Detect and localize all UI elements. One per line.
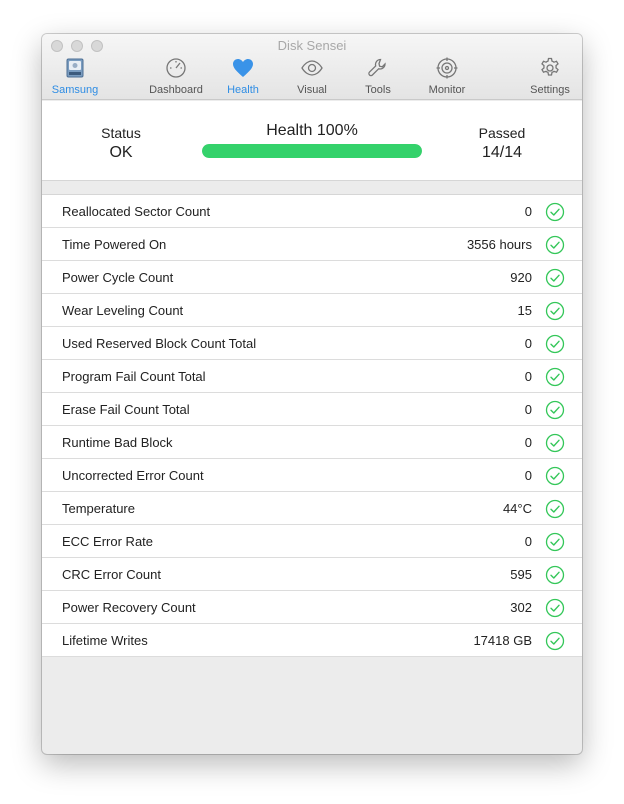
attribute-name: Used Reserved Block Count Total xyxy=(62,336,257,351)
attribute-value: 15 xyxy=(517,303,532,318)
attribute-name: Uncorrected Error Count xyxy=(62,468,204,483)
table-row[interactable]: Time Powered On 3556 hours xyxy=(42,228,582,261)
table-row[interactable]: Power Cycle Count 920 xyxy=(42,261,582,294)
health-progress-fill xyxy=(202,144,422,158)
target-icon xyxy=(436,57,458,79)
table-row[interactable]: Temperature 44°C xyxy=(42,492,582,525)
table-row[interactable]: Erase Fail Count Total 0 xyxy=(42,393,582,426)
attribute-name: Power Cycle Count xyxy=(62,270,174,285)
attribute-name: Reallocated Sector Count xyxy=(62,204,211,219)
window-title: Disk Sensei xyxy=(277,38,347,53)
check-circle-icon xyxy=(545,466,565,486)
toolbar-label: Dashboard xyxy=(149,84,203,96)
eye-icon xyxy=(301,60,323,76)
heart-icon xyxy=(233,59,253,77)
check-circle-icon xyxy=(545,400,565,420)
wrench-icon xyxy=(368,58,386,77)
toolbar-samsung[interactable]: Samsung xyxy=(51,56,99,96)
app-window: Disk Sensei Samsung Dashboard Health Vis… xyxy=(42,34,582,754)
toolbar-label: Samsung xyxy=(51,84,99,96)
gauge-icon xyxy=(166,58,186,78)
check-circle-icon xyxy=(545,334,565,354)
attribute-name: CRC Error Count xyxy=(62,567,161,582)
attribute-value: 0 xyxy=(524,468,532,483)
attribute-name: Erase Fail Count Total xyxy=(62,402,190,417)
check-circle-icon xyxy=(545,433,565,453)
health-summary: Status OK Health 100% Passed 14/14 xyxy=(42,101,582,181)
disk-icon xyxy=(66,58,84,78)
attribute-value: 0 xyxy=(524,336,532,351)
passed-value: 14/14 xyxy=(481,144,523,161)
titlebar: Disk Sensei Samsung Dashboard Health Vis… xyxy=(42,34,582,100)
health-title: Health 100% xyxy=(266,122,358,139)
attribute-name: Lifetime Writes xyxy=(62,633,148,648)
table-row[interactable]: Uncorrected Error Count 0 xyxy=(42,459,582,492)
attribute-value: 0 xyxy=(524,402,532,417)
check-circle-icon xyxy=(545,631,565,651)
table-row[interactable]: Used Reserved Block Count Total 0 xyxy=(42,327,582,360)
toolbar-health[interactable]: Health xyxy=(223,56,263,96)
check-circle-icon xyxy=(545,598,565,618)
toolbar-monitor[interactable]: Monitor xyxy=(424,56,470,96)
table-row[interactable]: Lifetime Writes 17418 GB xyxy=(42,624,582,657)
table-row[interactable]: Power Recovery Count 302 xyxy=(42,591,582,624)
check-circle-icon xyxy=(545,367,565,387)
health-progress-bar xyxy=(202,144,422,158)
check-circle-icon xyxy=(545,268,565,288)
status-value: OK xyxy=(109,144,133,161)
check-circle-icon xyxy=(545,202,565,222)
toolbar-dashboard[interactable]: Dashboard xyxy=(149,56,203,96)
check-circle-icon xyxy=(545,301,565,321)
table-row[interactable]: Runtime Bad Block 0 xyxy=(42,426,582,459)
check-circle-icon xyxy=(545,532,565,552)
status-block: Status OK xyxy=(82,125,160,162)
attribute-name: Time Powered On xyxy=(62,237,167,252)
attribute-value: 44°C xyxy=(502,501,532,516)
table-row[interactable]: Wear Leveling Count 15 xyxy=(42,294,582,327)
smart-attribute-list: Reallocated Sector Count 0 Time Powered On… xyxy=(42,194,582,657)
toolbar-tools[interactable]: Tools xyxy=(360,56,396,96)
toolbar-label: Settings xyxy=(530,84,570,96)
toolbar-label: Tools xyxy=(365,84,391,96)
attribute-name: Program Fail Count Total xyxy=(62,369,206,384)
attribute-value: 595 xyxy=(510,567,532,582)
table-row[interactable]: ECC Error Rate 0 xyxy=(42,525,582,558)
toolbar-label: Health xyxy=(227,84,259,96)
gear-icon xyxy=(541,57,559,76)
attribute-value: 0 xyxy=(524,435,532,450)
attribute-value: 302 xyxy=(510,600,532,615)
attribute-name: Runtime Bad Block xyxy=(62,435,173,450)
toolbar-label: Visual xyxy=(297,84,327,96)
attribute-name: Temperature xyxy=(62,501,135,516)
status-label: Status xyxy=(101,125,141,141)
passed-block: Passed 14/14 xyxy=(462,125,542,162)
check-circle-icon xyxy=(545,565,565,585)
attribute-name: ECC Error Rate xyxy=(62,534,154,549)
table-row[interactable]: Program Fail Count Total 0 xyxy=(42,360,582,393)
table-row[interactable]: Reallocated Sector Count 0 xyxy=(42,195,582,228)
toolbar-settings[interactable]: Settings xyxy=(526,56,574,96)
attribute-value: 0 xyxy=(524,534,532,549)
attribute-value: 17418 GB xyxy=(473,633,532,648)
toolbar-label: Monitor xyxy=(428,84,466,96)
attribute-name: Power Recovery Count xyxy=(62,600,196,615)
attribute-value: 920 xyxy=(510,270,532,285)
check-circle-icon xyxy=(545,235,565,255)
attribute-name: Wear Leveling Count xyxy=(62,303,184,318)
table-row[interactable]: CRC Error Count 595 xyxy=(42,558,582,591)
check-circle-icon xyxy=(545,499,565,519)
toolbar-visual[interactable]: Visual xyxy=(292,56,332,96)
attribute-value: 0 xyxy=(524,204,532,219)
attribute-value: 0 xyxy=(524,369,532,384)
attribute-value: 3556 hours xyxy=(466,237,532,252)
passed-label: Passed xyxy=(478,125,526,141)
